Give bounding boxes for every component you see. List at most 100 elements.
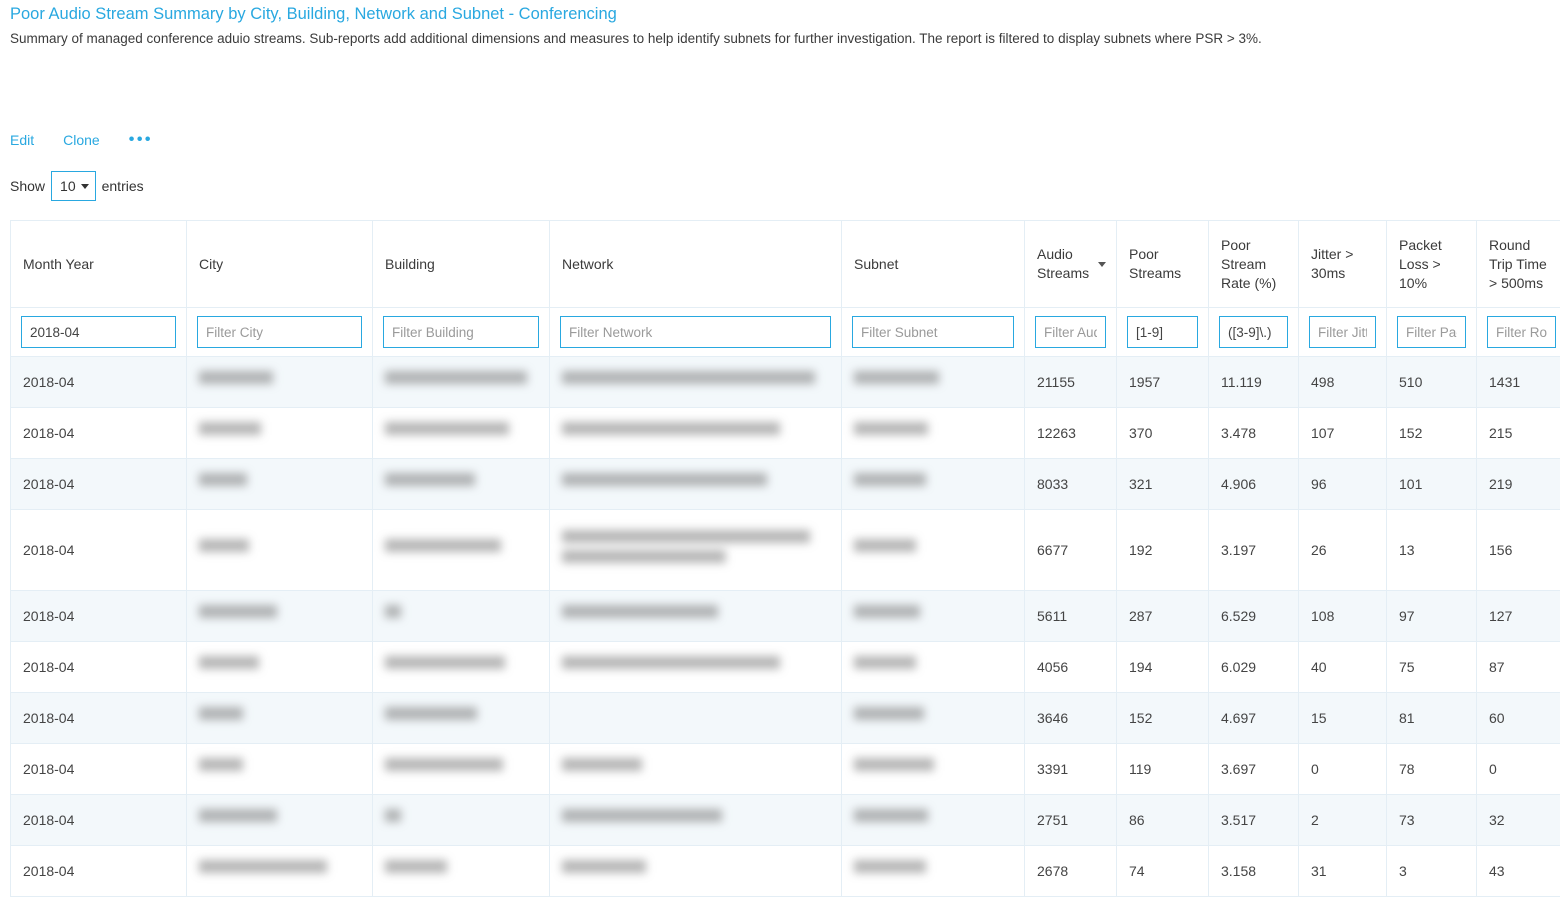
cell-month-year: 2018-04 <box>11 591 187 642</box>
cell-city <box>187 642 373 693</box>
cell-jitter: 2 <box>1299 795 1387 846</box>
cell-poor_streams: 152 <box>1117 693 1209 744</box>
cell-packet_loss: 13 <box>1387 510 1477 591</box>
report-toolbar: Edit Clone ••• <box>0 130 1560 150</box>
filter-cell-jitter <box>1299 308 1387 357</box>
filter-input-audio_streams[interactable] <box>1035 316 1106 348</box>
cell-poor_stream_rate: 3.158 <box>1209 846 1299 897</box>
column-header-building[interactable]: Building <box>373 221 550 308</box>
column-header-poor_streams[interactable]: Poor Streams <box>1117 221 1209 308</box>
redacted-value <box>854 809 928 828</box>
column-header-poor_stream_rate[interactable]: Poor Stream Rate (%) <box>1209 221 1299 308</box>
column-header-subnet[interactable]: Subnet <box>842 221 1025 308</box>
cell-poor_stream_rate: 3.197 <box>1209 510 1299 591</box>
table-row[interactable]: 2018-0433911193.6970780 <box>11 744 1560 795</box>
filter-input-month_year[interactable] <box>21 316 176 348</box>
column-header-label: City <box>199 256 223 272</box>
filter-input-network[interactable] <box>560 316 831 348</box>
cell-round_trip_time: 60 <box>1477 693 1560 744</box>
redacted-value <box>199 860 327 879</box>
table-row[interactable]: 2018-0436461524.697158160 <box>11 693 1560 744</box>
cell-poor_stream_rate: 3.517 <box>1209 795 1299 846</box>
table-row[interactable]: 2018-0440561946.029407587 <box>11 642 1560 693</box>
cell-jitter: 0 <box>1299 744 1387 795</box>
filter-input-subnet[interactable] <box>852 316 1014 348</box>
filter-input-round_trip_time[interactable] <box>1487 316 1556 348</box>
table-row[interactable]: 2018-0456112876.52910897127 <box>11 591 1560 642</box>
table-row[interactable]: 2018-0480333214.90696101219 <box>11 459 1560 510</box>
cell-poor_stream_rate: 6.029 <box>1209 642 1299 693</box>
cell-packet_loss: 78 <box>1387 744 1477 795</box>
column-filter-row <box>11 308 1560 357</box>
cell-jitter: 107 <box>1299 408 1387 459</box>
column-header-city[interactable]: City <box>187 221 373 308</box>
edit-link[interactable]: Edit <box>10 132 34 148</box>
table-row[interactable]: 2018-0466771923.1972613156 <box>11 510 1560 591</box>
cell-city <box>187 846 373 897</box>
column-header-label: Packet Loss > 10% <box>1399 237 1442 291</box>
cell-building <box>373 642 550 693</box>
table-row[interactable]: 2018-0421155195711.1194985101431 <box>11 357 1560 408</box>
cell-city <box>187 510 373 591</box>
redacted-value <box>562 371 815 390</box>
cell-audio_streams: 4056 <box>1025 642 1117 693</box>
table-row[interactable]: 2018-042751863.51727332 <box>11 795 1560 846</box>
column-header-month_year[interactable]: Month Year <box>11 221 187 308</box>
cell-audio_streams: 6677 <box>1025 510 1117 591</box>
column-header-jitter[interactable]: Jitter > 30ms <box>1299 221 1387 308</box>
entries-per-page-value: 10 <box>60 178 76 194</box>
filter-input-packet_loss[interactable] <box>1397 316 1466 348</box>
poor-audio-stream-table: Month Year City BuildingNetworkSubnetAudio… <box>10 220 1560 897</box>
cell-poor_streams: 119 <box>1117 744 1209 795</box>
column-header-label: Round Trip Time > 500ms <box>1489 237 1547 291</box>
cell-round_trip_time: 156 <box>1477 510 1560 591</box>
column-header-label: Poor Streams <box>1129 246 1181 281</box>
cell-subnet <box>842 408 1025 459</box>
entries-per-page-select[interactable]: 10 <box>51 171 96 201</box>
column-header-round_trip_time[interactable]: Round Trip Time > 500ms <box>1477 221 1560 308</box>
cell-poor_stream_rate: 6.529 <box>1209 591 1299 642</box>
redacted-value <box>854 656 916 675</box>
cell-poor_streams: 86 <box>1117 795 1209 846</box>
redacted-value <box>562 473 767 492</box>
cell-audio_streams: 5611 <box>1025 591 1117 642</box>
table-body: 2018-0421155195711.11949851014312018-041… <box>11 357 1560 897</box>
cell-packet_loss: 510 <box>1387 357 1477 408</box>
entries-label: entries <box>102 178 144 194</box>
filter-input-poor_stream_rate[interactable] <box>1219 316 1288 348</box>
report-title[interactable]: Poor Audio Stream Summary by City, Build… <box>0 0 617 24</box>
clone-link[interactable]: Clone <box>63 132 100 148</box>
chevron-down-icon <box>81 184 89 189</box>
cell-poor_stream_rate: 3.478 <box>1209 408 1299 459</box>
more-options-icon[interactable]: ••• <box>129 135 153 145</box>
redacted-value <box>385 371 527 390</box>
cell-month-year: 2018-04 <box>11 459 187 510</box>
column-header-network[interactable]: Network <box>550 221 842 308</box>
filter-input-building[interactable] <box>383 316 539 348</box>
cell-network <box>550 642 842 693</box>
redacted-value <box>562 605 718 624</box>
filter-input-poor_streams[interactable] <box>1127 316 1198 348</box>
cell-month-year: 2018-04 <box>11 693 187 744</box>
column-header-packet_loss[interactable]: Packet Loss > 10% <box>1387 221 1477 308</box>
redacted-value <box>854 707 924 726</box>
cell-network <box>550 846 842 897</box>
filter-input-city[interactable] <box>197 316 362 348</box>
sort-descending-icon <box>1098 262 1106 267</box>
cell-round_trip_time: 215 <box>1477 408 1560 459</box>
table-length-menu: Show 10 entries <box>0 170 1560 202</box>
redacted-value <box>562 809 722 828</box>
cell-audio_streams: 21155 <box>1025 357 1117 408</box>
filter-cell-poor_streams <box>1117 308 1209 357</box>
column-header-audio_streams[interactable]: Audio Streams <box>1025 221 1117 308</box>
cell-poor_stream_rate: 11.119 <box>1209 357 1299 408</box>
cell-poor_streams: 321 <box>1117 459 1209 510</box>
table-row[interactable]: 2018-04122633703.478107152215 <box>11 408 1560 459</box>
cell-city <box>187 795 373 846</box>
redacted-value <box>562 758 642 777</box>
redacted-value <box>385 707 477 726</box>
filter-cell-audio_streams <box>1025 308 1117 357</box>
redacted-value <box>199 707 243 726</box>
table-row[interactable]: 2018-042678743.15831343 <box>11 846 1560 897</box>
filter-input-jitter[interactable] <box>1309 316 1376 348</box>
